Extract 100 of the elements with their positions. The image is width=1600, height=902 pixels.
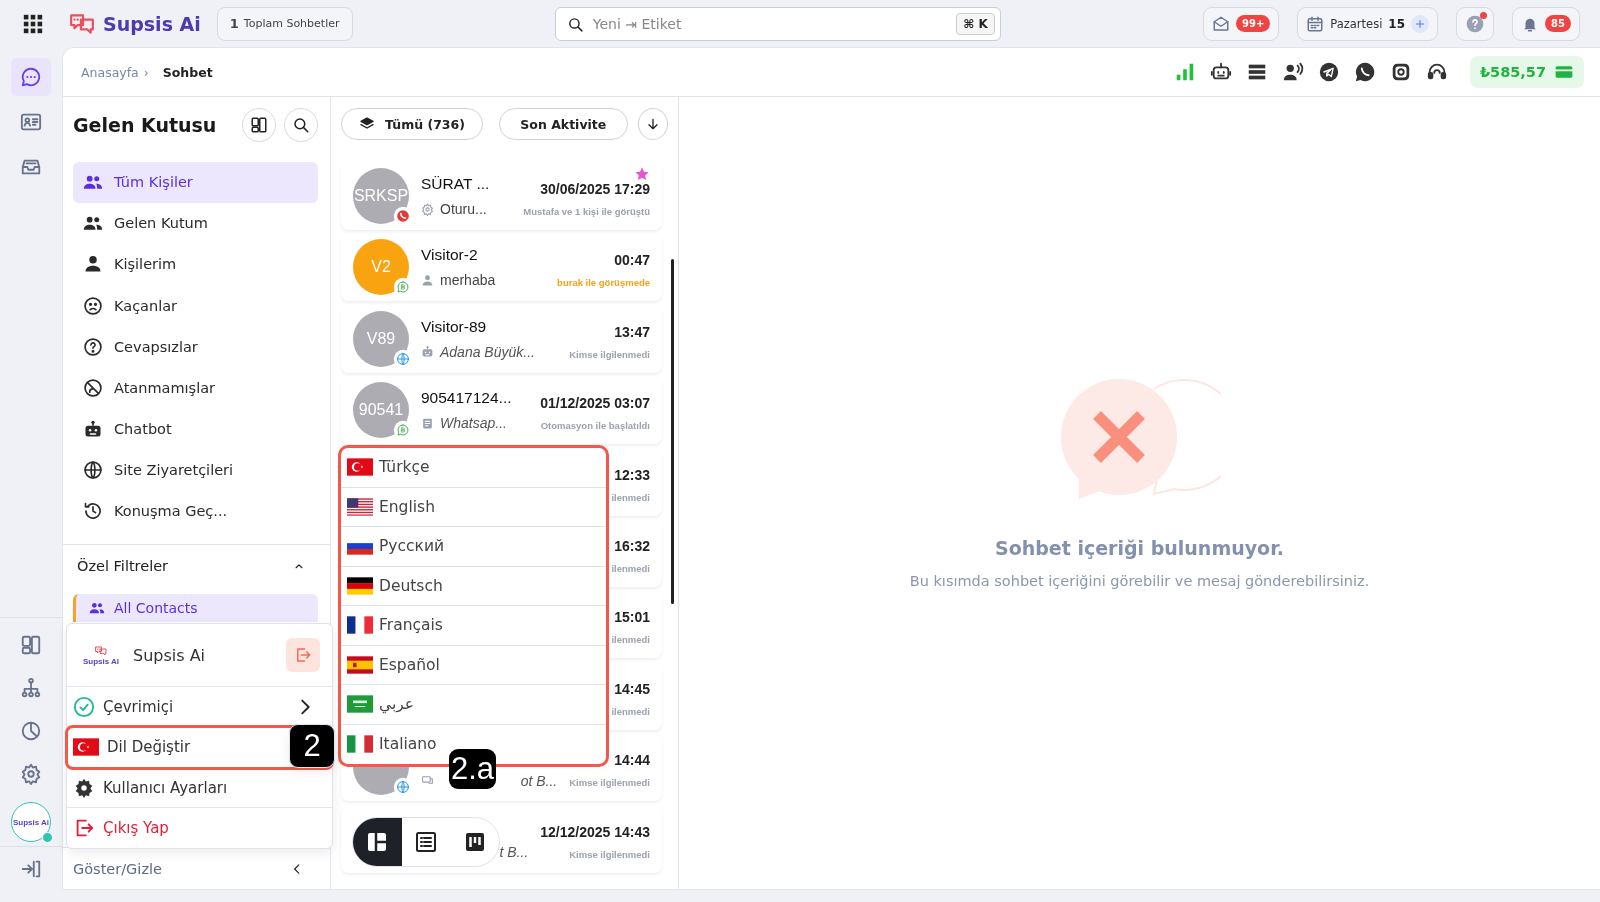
apps-menu-icon[interactable]	[22, 12, 44, 35]
empty-state-text: Bu kısımda sohbet içeriğini görebilir ve mesaj gönderebilirsiniz.	[909, 573, 1370, 589]
nav-item[interactable]: Atanmamışlar	[73, 367, 318, 408]
nav-item[interactable]: Gelen Kutum	[73, 203, 318, 244]
nav-item[interactable]: Konuşma Geç...	[73, 490, 318, 532]
breadcrumb-separator: ›	[143, 64, 149, 80]
breadcrumb-link[interactable]: Anasayfa	[81, 64, 139, 80]
nav-item[interactable]: Cevapsızlar	[73, 326, 318, 367]
date-button[interactable]: Pazartesi 15	[1297, 6, 1439, 41]
status-text: Kimse ilgilenmedi	[569, 848, 650, 860]
count-badge: 99+	[1236, 15, 1271, 32]
logo-caption: Supsis AI	[82, 656, 120, 666]
language-option[interactable]: Türkçe	[341, 448, 606, 488]
language-option[interactable]: Español	[341, 645, 606, 685]
step-badge: 2	[289, 724, 335, 768]
conversation-row[interactable]: V89 Visitor-89 Adana Büyük... 13:47 Kimse ilgilenmedi	[341, 304, 662, 373]
hierarchy-icon[interactable]	[20, 677, 42, 699]
panel-title: Gelen Kutusu	[73, 114, 217, 136]
status-text: Kimse ilgilenmedi	[569, 777, 650, 789]
person-speaking-icon[interactable]	[1281, 61, 1304, 83]
message-preview: t B...	[499, 844, 529, 860]
search-button[interactable]	[284, 108, 318, 142]
message-preview: merhaba	[440, 272, 496, 289]
robot-icon	[421, 345, 434, 359]
question-icon	[83, 336, 103, 357]
nav-item[interactable]: Tüm Kişiler	[73, 162, 318, 203]
germany-flag-icon	[347, 576, 373, 595]
help-button[interactable]	[1456, 6, 1495, 41]
contact-name: SÜRAT ...	[421, 175, 491, 193]
contact-card-icon[interactable]	[20, 111, 42, 133]
sad-face-icon	[83, 295, 103, 316]
nav-item[interactable]: Kaçanlar	[73, 285, 318, 326]
menu-item[interactable]: Kullanıcı Ayarları	[67, 768, 332, 808]
france-flag-icon	[347, 616, 373, 635]
filter-item[interactable]: All Contacts	[73, 594, 318, 623]
message-preview: Whatsap...	[440, 415, 507, 432]
logout-icon	[294, 646, 312, 664]
person-icon	[83, 254, 103, 275]
account-name: Supsis Ai	[133, 645, 206, 665]
telegram-icon[interactable]	[1317, 61, 1340, 83]
conversation-row[interactable]: V2 Visitor-2 merhaba 00:47 burak ile görüşmede	[341, 233, 662, 302]
spain-flag-icon	[347, 655, 373, 674]
usa-flag-icon	[347, 497, 373, 516]
contact-name: Visitor-89	[421, 317, 488, 336]
user-avatar[interactable]: Supsis Ai	[11, 802, 51, 842]
timestamp: 01/12/2025 03:07	[540, 395, 650, 412]
language-option[interactable]: Русский	[341, 527, 606, 567]
conversation-count: 1 Toplam Sohbetler	[216, 6, 353, 41]
calendar-icon	[1306, 14, 1325, 33]
avatar: V89	[353, 310, 409, 367]
blocked-icon	[83, 377, 103, 398]
scrollbar[interactable]	[671, 259, 674, 604]
timestamp: 00:47	[614, 252, 650, 269]
breadcrumb-current: Sohbet	[162, 64, 213, 80]
language-option[interactable]: عربي	[341, 685, 606, 725]
status-text: Mustafa ve 1 kişi ile görüştü	[523, 206, 650, 217]
filter-button[interactable]: Tümü (736)	[341, 108, 483, 140]
brand-name: Supsis Ai	[103, 12, 201, 35]
toggle-label[interactable]: Göster/Gizle	[73, 860, 162, 877]
document-icon	[421, 416, 434, 430]
turkey-flag-icon	[73, 738, 99, 756]
view-toggle-button[interactable]	[353, 818, 402, 866]
settings-icon[interactable]	[20, 763, 42, 785]
language-option[interactable]: Deutsch	[341, 566, 606, 606]
whatsapp-icon[interactable]	[1353, 61, 1376, 83]
menu-item[interactable]: Çıkış Yap	[67, 808, 332, 848]
menu-item[interactable]: Dil Değiştir	[67, 727, 286, 767]
shortcut-key: ⌘ K	[956, 12, 995, 35]
layout-icon	[250, 116, 268, 134]
conversation-row[interactable]: 90541 905417124... Whatsap... 01/12/2025 03:07 Otomasyon ile başlatıldı	[341, 376, 662, 445]
chat-icon[interactable]	[20, 66, 42, 88]
nav-item[interactable]: Site Ziyaretçileri	[73, 449, 318, 491]
nav-item[interactable]: Chatbot	[73, 408, 318, 450]
section-title: Özel Filtreler	[77, 557, 169, 574]
nav-item[interactable]: Kişilerim	[73, 244, 318, 285]
conversation-row[interactable]: SRKSP SÜRAT ... Oturu... 30/06/2025 17:29 Mustafa ve 1 kişi ile görüştü	[341, 162, 662, 230]
layout-icon[interactable]	[20, 634, 42, 656]
check-circle-icon	[73, 695, 95, 718]
help-icon	[1465, 13, 1486, 34]
mail-button[interactable]: 99+	[1203, 6, 1280, 41]
star-icon[interactable]	[634, 166, 650, 182]
turkey-flag-icon	[347, 458, 373, 477]
language-option[interactable]: English	[341, 487, 606, 527]
globe-icon	[83, 459, 103, 480]
sort-button[interactable]: Son Aktivite	[498, 108, 628, 140]
layout-button[interactable]	[242, 108, 276, 142]
timestamp: 30/06/2025 17:29	[540, 181, 650, 197]
status-text: ilenmedi	[611, 491, 650, 503]
timestamp: 13:47	[614, 323, 650, 340]
timestamp: 15:01	[614, 609, 650, 626]
language-option[interactable]: Français	[341, 606, 606, 646]
notifications-button[interactable]: 85	[1512, 6, 1580, 41]
history-icon	[83, 501, 103, 521]
message-preview: ot B...	[520, 772, 558, 789]
person-icon	[421, 273, 434, 287]
avatar: SRKSP	[353, 168, 409, 224]
search-icon	[292, 116, 310, 134]
day-number: 15	[1388, 16, 1406, 31]
status-label: Çevrimiçi	[103, 697, 174, 716]
pie-chart-icon[interactable]	[20, 720, 42, 742]
